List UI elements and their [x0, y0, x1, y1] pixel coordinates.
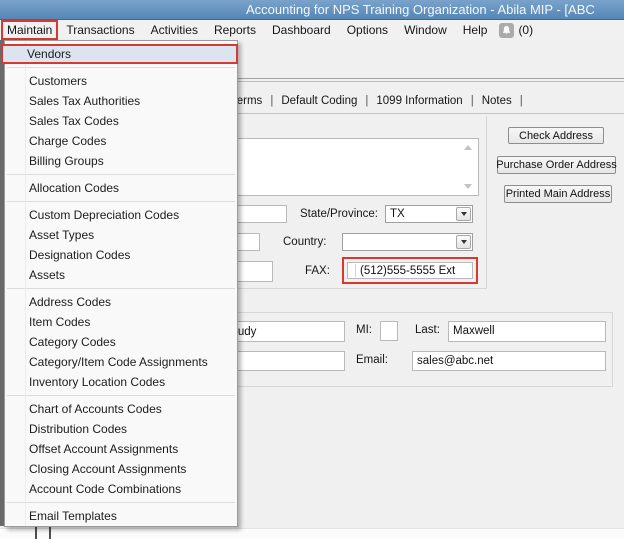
menu-item-category-codes[interactable]: Category Codes — [5, 332, 237, 352]
menubar-item-help[interactable]: Help — [455, 20, 496, 40]
window-title: Accounting for NPS Training Organization… — [246, 2, 595, 17]
chevron-down-icon — [461, 240, 467, 244]
fax-annotation-box: (512)555-5555 Ext — [342, 257, 478, 284]
tab-default-coding[interactable]: Default Coding — [281, 95, 357, 107]
title-bar: Accounting for NPS Training Organization… — [0, 0, 624, 20]
menu-item-item-codes[interactable]: Item Codes — [5, 312, 237, 332]
tab-separator: | — [365, 95, 368, 107]
bell-icon[interactable] — [499, 23, 514, 38]
menubar-item-dashboard[interactable]: Dashboard — [264, 20, 339, 40]
menu-separator — [7, 502, 235, 503]
menu-item-offset-account-assignments[interactable]: Offset Account Assignments — [5, 439, 237, 459]
email-field[interactable]: sales@abc.net — [412, 351, 606, 371]
menu-item-category-item-code-assignments[interactable]: Category/Item Code Assignments — [5, 352, 237, 372]
menubar-item-window[interactable]: Window — [396, 20, 455, 40]
state-province-combo[interactable]: TX — [385, 205, 473, 223]
state-province-label: State/Province: — [300, 208, 378, 220]
tab-strip: Terms|Default Coding|1099 Information|No… — [231, 95, 531, 107]
state-province-value: TX — [390, 207, 405, 222]
fax-label: FAX: — [305, 265, 330, 277]
chevron-down-icon — [461, 212, 467, 216]
fax-value: (512)555-5555 Ext — [360, 264, 455, 279]
menu-item-sales-tax-authorities[interactable]: Sales Tax Authorities — [5, 91, 237, 111]
menu-item-custom-depreciation-codes[interactable]: Custom Depreciation Codes — [5, 205, 237, 225]
menu-item-sales-tax-codes[interactable]: Sales Tax Codes — [5, 111, 237, 131]
menu-item-address-codes[interactable]: Address Codes — [5, 292, 237, 312]
menu-item-assets[interactable]: Assets — [5, 265, 237, 285]
menu-item-closing-account-assignments[interactable]: Closing Account Assignments — [5, 459, 237, 479]
scroll-up-icon[interactable] — [464, 145, 472, 150]
menu-separator — [7, 201, 235, 202]
menu-item-account-code-combinations[interactable]: Account Code Combinations — [5, 479, 237, 499]
menu-item-chart-of-accounts-codes[interactable]: Chart of Accounts Codes — [5, 399, 237, 419]
country-combo-dropdown-button[interactable] — [456, 235, 471, 249]
state-combo-dropdown-button[interactable] — [456, 207, 471, 221]
menu-item-vendors[interactable]: Vendors — [1, 44, 238, 64]
menu-item-customers[interactable]: Customers — [5, 71, 237, 91]
last-name-field[interactable]: Maxwell — [448, 321, 606, 342]
menu-separator — [7, 174, 235, 175]
menu-separator — [7, 395, 235, 396]
menu-separator — [7, 67, 235, 68]
tab-1099-information[interactable]: 1099 Information — [376, 95, 462, 107]
menu-separator — [7, 288, 235, 289]
country-label: Country: — [283, 236, 326, 248]
menubar-item-transactions[interactable]: Transactions — [58, 20, 142, 40]
background-field-edge-left — [35, 525, 37, 539]
app-window: Accounting for NPS Training Organization… — [0, 0, 624, 539]
tab-separator: | — [270, 95, 273, 107]
menu-item-billing-groups[interactable]: Billing Groups — [5, 151, 237, 171]
fax-field-divider — [355, 264, 356, 277]
menubar-item-maintain[interactable]: Maintain — [1, 20, 58, 40]
menubar-item-activities[interactable]: Activities — [143, 20, 206, 40]
printed-main-address-button[interactable]: Printed Main Address — [504, 185, 612, 203]
background-field-edge-right — [49, 525, 51, 539]
menu-item-distribution-codes[interactable]: Distribution Codes — [5, 419, 237, 439]
menu-item-email-templates[interactable]: Email Templates — [5, 506, 237, 526]
fax-field[interactable]: (512)555-5555 Ext — [347, 262, 473, 279]
tab-separator: | — [520, 95, 523, 107]
status-strip — [0, 528, 624, 539]
mi-label: MI: — [356, 324, 372, 336]
last-name-label: Last: — [415, 324, 440, 336]
email-label: Email: — [356, 354, 388, 366]
menu-item-designation-codes[interactable]: Designation Codes — [5, 245, 237, 265]
menu-item-asset-types[interactable]: Asset Types — [5, 225, 237, 245]
menubar-item-options[interactable]: Options — [339, 20, 396, 40]
check-address-button[interactable]: Check Address — [508, 127, 604, 144]
mi-field[interactable] — [380, 321, 398, 341]
menu-item-allocation-codes[interactable]: Allocation Codes — [5, 178, 237, 198]
maintain-menu: Vendors CustomersSales Tax AuthoritiesSal… — [4, 40, 238, 527]
scroll-down-icon[interactable] — [464, 184, 472, 189]
notification-area[interactable]: (0) — [499, 23, 533, 38]
purchase-order-address-button[interactable]: Purchase Order Address — [497, 156, 616, 174]
menu-bar: Maintain Transactions Activities Reports… — [0, 20, 624, 40]
tab-separator: | — [471, 95, 474, 107]
menu-item-inventory-location-codes[interactable]: Inventory Location Codes — [5, 372, 237, 392]
menubar-item-reports[interactable]: Reports — [206, 20, 264, 40]
notification-count: (0) — [518, 23, 533, 37]
tab-notes[interactable]: Notes — [482, 95, 512, 107]
menu-item-charge-codes[interactable]: Charge Codes — [5, 131, 237, 151]
country-combo[interactable] — [342, 233, 473, 251]
